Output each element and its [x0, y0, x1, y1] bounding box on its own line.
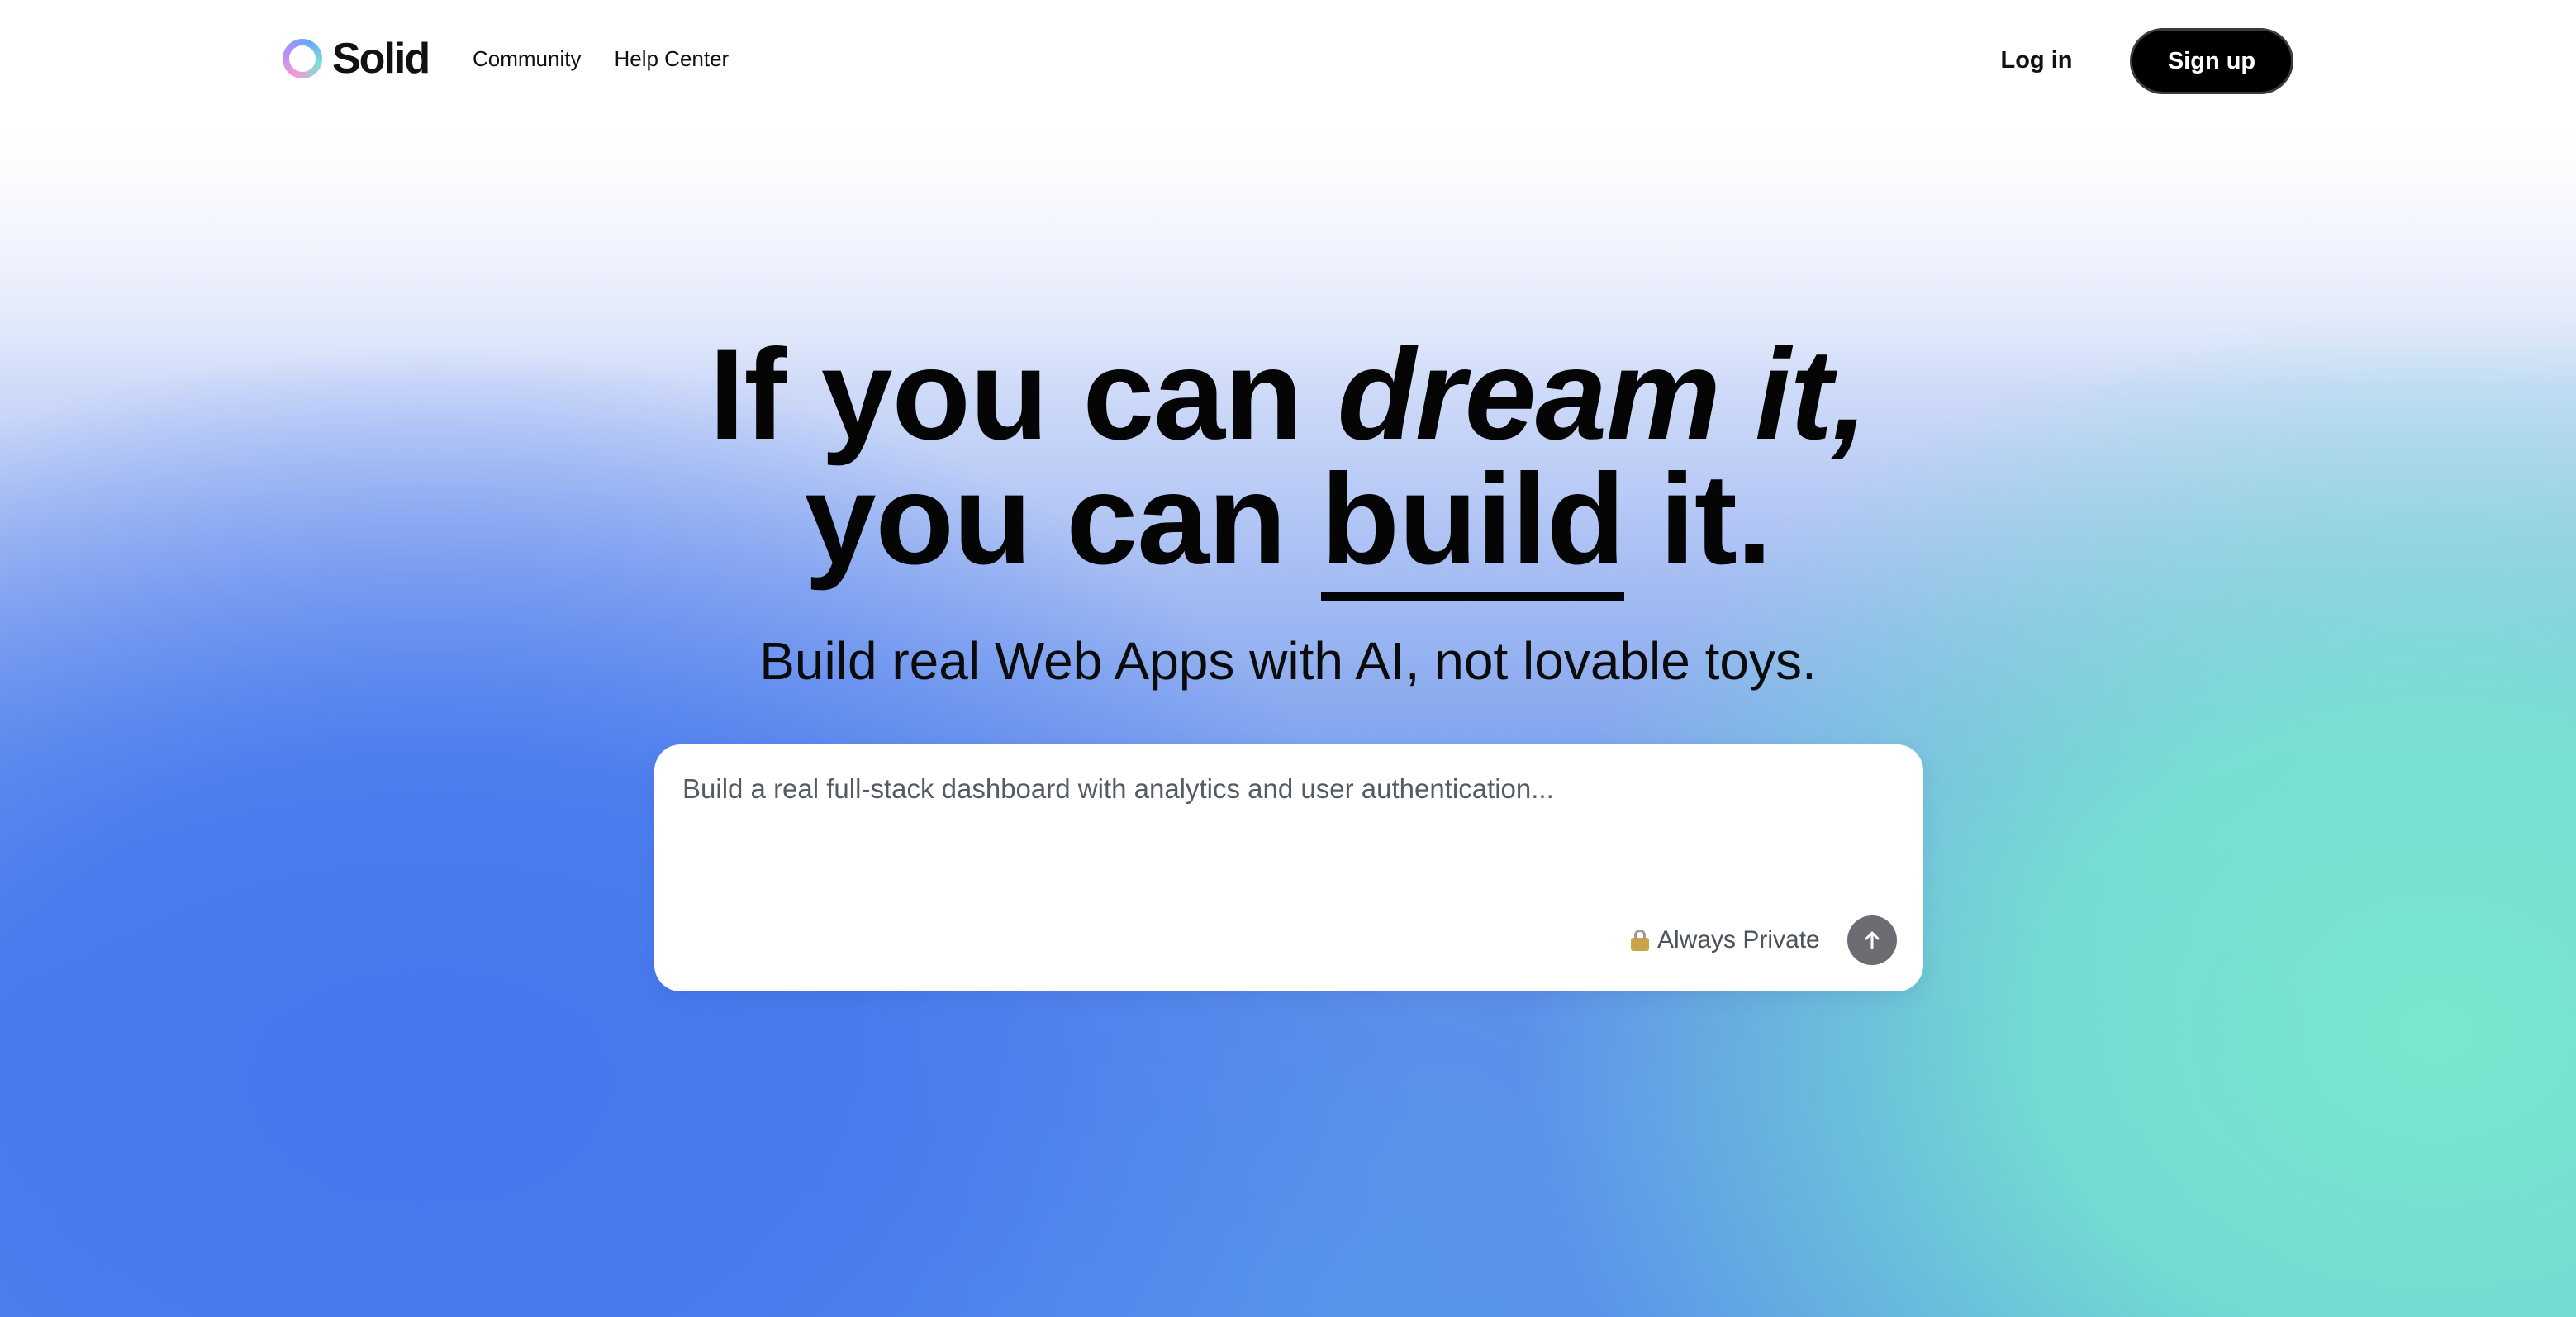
solid-logo-icon: [283, 39, 322, 78]
arrow-up-icon: [1865, 931, 1880, 949]
lock-icon: [1631, 930, 1649, 951]
headline-line1-plain: If you can: [709, 323, 1338, 467]
main-nav: Community Help Center: [473, 46, 729, 71]
prompt-input[interactable]: [681, 769, 1895, 893]
headline-line-2: you can build it.: [0, 448, 2576, 601]
login-button[interactable]: Log in: [1983, 28, 2090, 93]
send-button[interactable]: [1847, 915, 1897, 965]
headline-line-1: If you can dream it,: [0, 330, 2576, 459]
headline-line2-after: it.: [1624, 448, 1773, 592]
headline-italic-dream: dream it,: [1337, 323, 1868, 467]
nav-link-help-center[interactable]: Help Center: [614, 46, 729, 71]
site-header: Solid Community Help Center Log in Sign …: [0, 0, 2576, 124]
headline-line2-before: you can: [804, 448, 1321, 592]
logo-link[interactable]: Solid: [283, 31, 430, 86]
hero-subtitle: Build real Web Apps with AI, not lovable…: [759, 631, 1817, 691]
headline-underlined-build: build: [1320, 448, 1625, 601]
hero-headline: If you can dream it, you can build it.: [0, 330, 2576, 601]
privacy-indicator: Always Private: [1631, 924, 1820, 957]
hero-gradient-background: [0, 124, 2576, 1317]
page: Solid Community Help Center Log in Sign …: [0, 0, 2576, 1317]
signup-button[interactable]: Sign up: [2130, 28, 2293, 94]
logo-text: Solid: [332, 35, 430, 83]
nav-link-community[interactable]: Community: [473, 46, 581, 71]
privacy-label: Always Private: [1657, 926, 1820, 953]
